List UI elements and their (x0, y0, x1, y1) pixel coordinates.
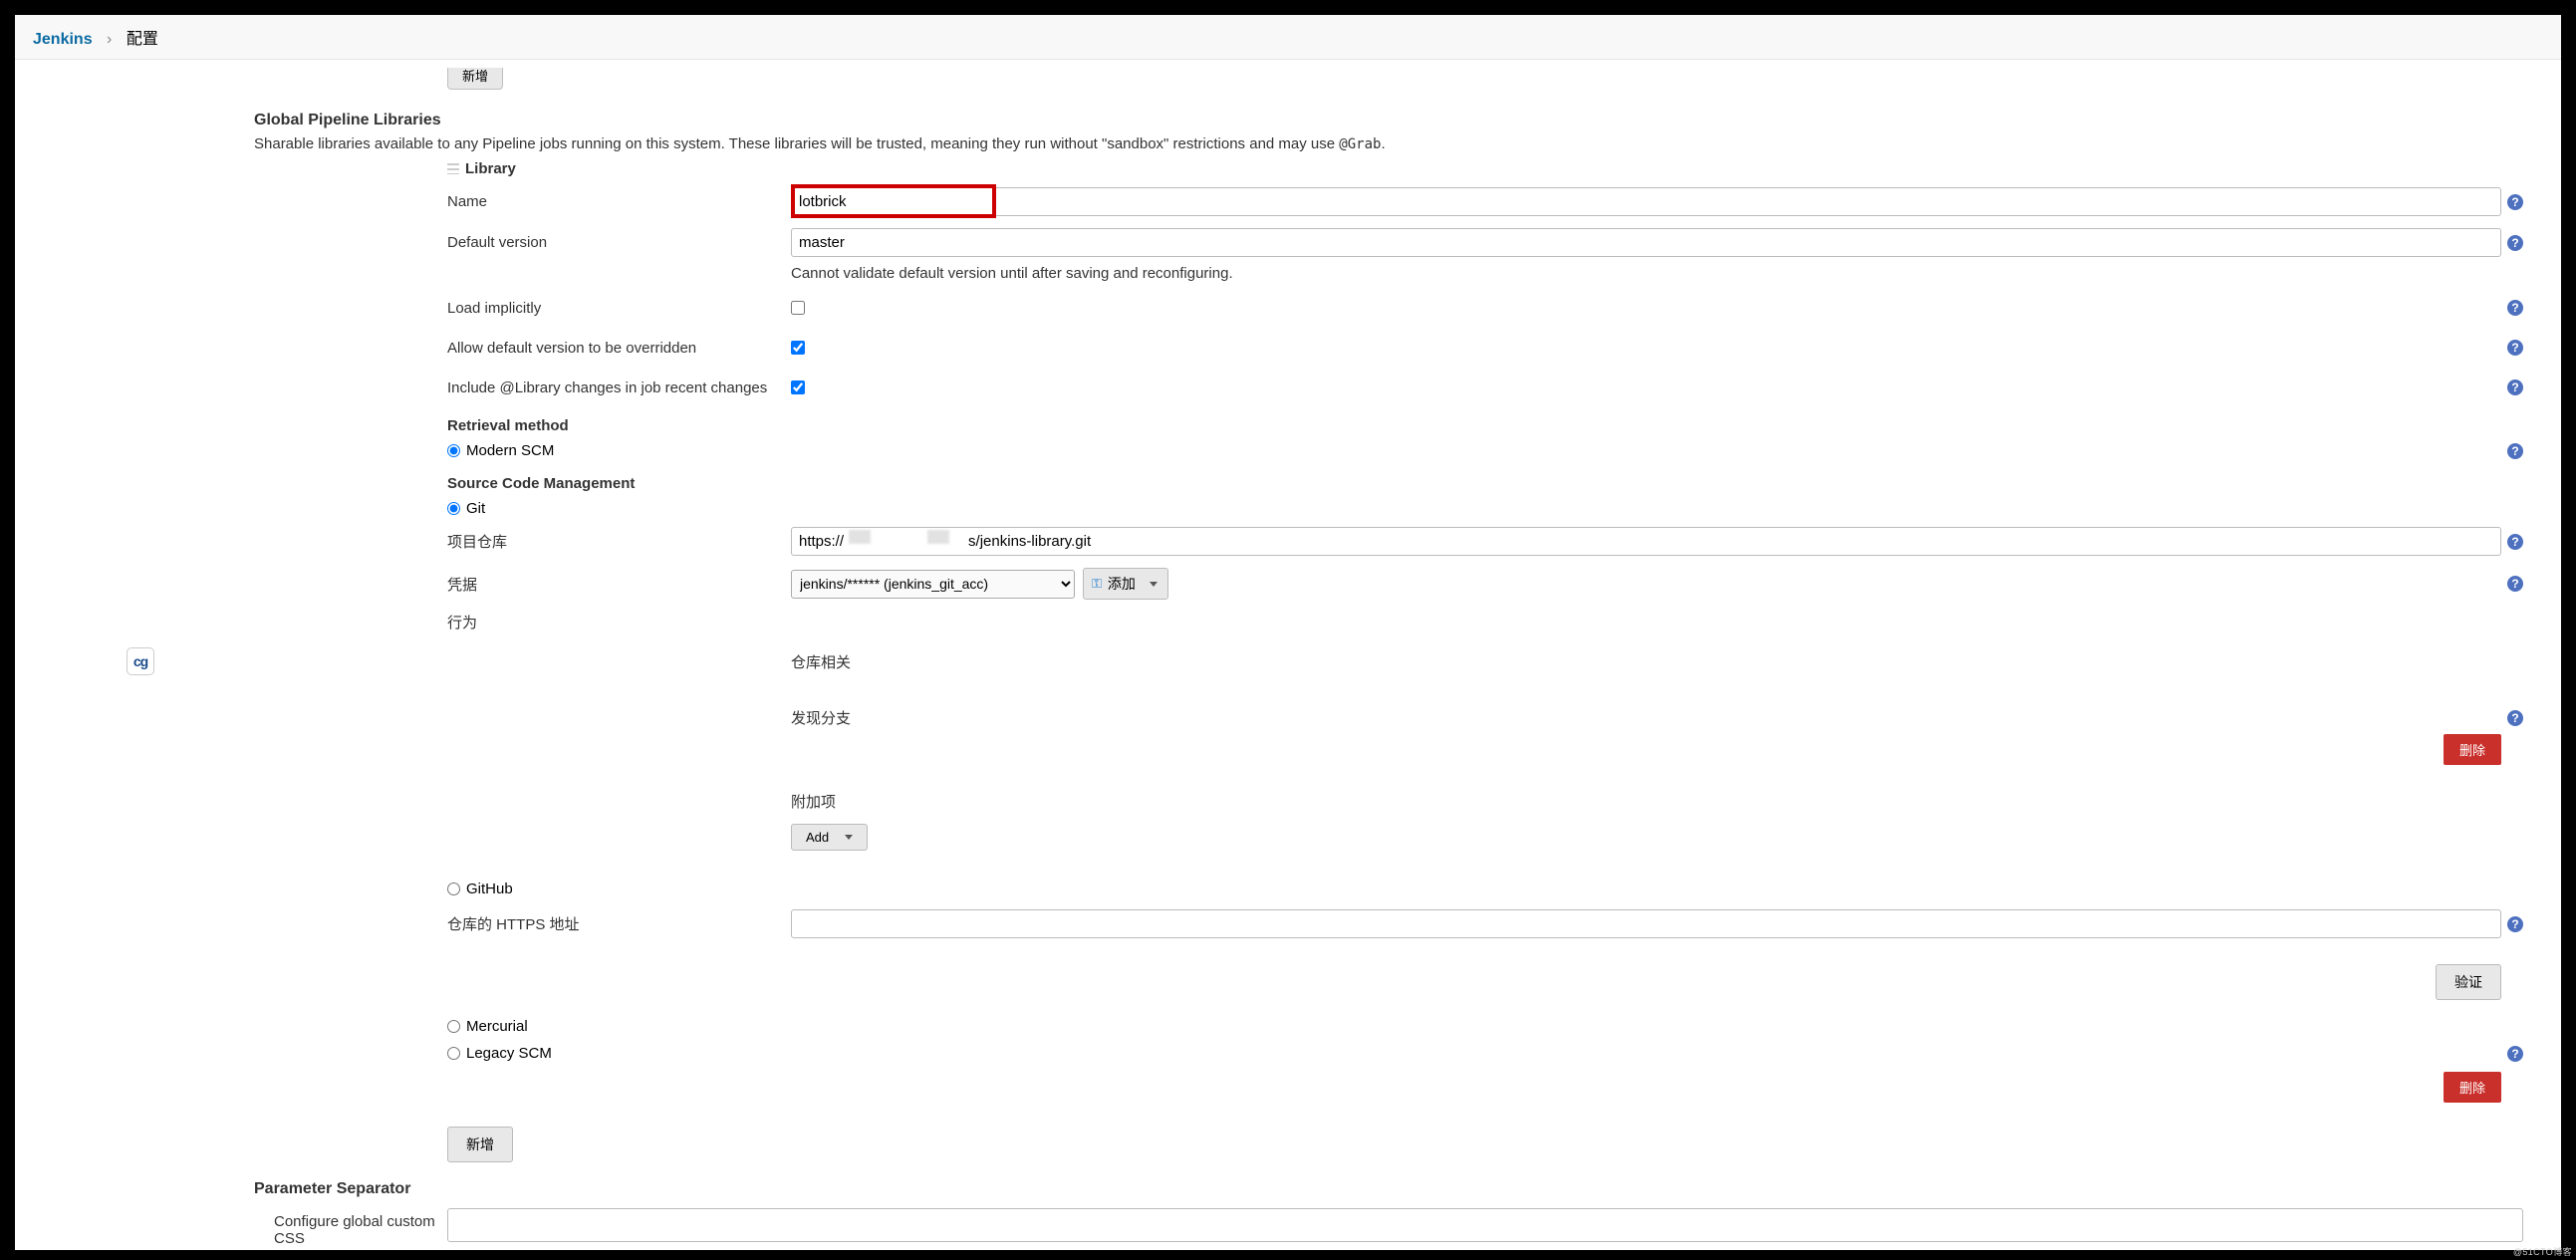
library-name-label: Name (447, 193, 791, 210)
blur-patch (849, 530, 871, 544)
behavior-header: 仓库相关 (791, 651, 2523, 672)
chevron-down-icon (1150, 582, 1158, 587)
key-icon: ⚿ (1092, 576, 1102, 592)
help-icon[interactable]: ? (2507, 340, 2523, 356)
watermark: @51CTO博客 (2513, 1245, 2572, 1258)
drag-handle-icon[interactable] (447, 163, 459, 174)
custom-css-label: Configure global custom CSS (254, 1208, 447, 1247)
modern-scm-label: Modern SCM (466, 442, 2507, 459)
help-icon[interactable]: ? (2507, 1046, 2523, 1062)
custom-css-textarea[interactable] (447, 1208, 2523, 1242)
allow-override-checkbox[interactable] (791, 341, 805, 355)
help-icon[interactable]: ? (2507, 576, 2523, 592)
include-changes-checkbox[interactable] (791, 380, 805, 394)
help-icon[interactable]: ? (2507, 916, 2523, 932)
load-implicitly-checkbox[interactable] (791, 301, 805, 315)
help-icon[interactable]: ? (2507, 710, 2523, 726)
help-icon[interactable]: ? (2507, 235, 2523, 251)
default-version-input[interactable] (791, 228, 2501, 257)
help-icon[interactable]: ? (2507, 534, 2523, 550)
verify-button[interactable]: 验证 (2436, 964, 2501, 1000)
repo-input[interactable] (791, 527, 2501, 556)
github-https-input[interactable] (791, 909, 2501, 938)
global-pipeline-title: Global Pipeline Libraries (254, 112, 2543, 129)
breadcrumb-current: 配置 (127, 31, 158, 48)
delete-library-button[interactable]: 删除 (2444, 1072, 2501, 1103)
legacy-scm-radio[interactable] (447, 1047, 460, 1060)
delete-behavior-button[interactable]: 删除 (2444, 734, 2501, 765)
modern-scm-radio[interactable] (447, 444, 460, 457)
translate-icon[interactable]: cg (127, 647, 154, 675)
load-implicitly-label: Load implicitly (447, 300, 791, 317)
chevron-down-icon (845, 835, 853, 840)
help-icon[interactable]: ? (2507, 300, 2523, 316)
attach-label: 附加项 (791, 791, 2523, 812)
git-radio[interactable] (447, 502, 460, 515)
add-attach-button[interactable]: Add (791, 824, 868, 851)
mercurial-label: Mercurial (466, 1018, 2523, 1035)
credentials-select[interactable]: jenkins/****** (jenkins_git_acc) (791, 570, 1075, 599)
github-radio[interactable] (447, 882, 460, 895)
git-label: Git (466, 500, 2523, 517)
global-pipeline-desc: Sharable libraries available to any Pipe… (254, 135, 2543, 152)
add-button-top[interactable]: 新增 (447, 68, 503, 90)
help-icon[interactable]: ? (2507, 379, 2523, 395)
add-library-button[interactable]: 新增 (447, 1127, 513, 1162)
library-name-input[interactable] (792, 188, 2500, 215)
credentials-label: 凭据 (447, 574, 791, 595)
default-version-note: Cannot validate default version until af… (791, 265, 2523, 282)
retrieval-method-title: Retrieval method (447, 417, 2523, 434)
breadcrumb-root[interactable]: Jenkins (33, 31, 93, 48)
discover-branch-label: 发现分支 (791, 707, 2501, 728)
github-https-label: 仓库的 HTTPS 地址 (447, 913, 791, 934)
repo-label: 项目仓库 (447, 531, 791, 552)
help-icon[interactable]: ? (2507, 443, 2523, 459)
include-changes-label: Include @Library changes in job recent c… (447, 379, 791, 396)
breadcrumb: Jenkins › 配置 (15, 15, 2561, 60)
blur-patch (927, 530, 949, 544)
legacy-scm-label: Legacy SCM (466, 1045, 2507, 1062)
help-icon[interactable]: ? (2507, 194, 2523, 210)
scm-title: Source Code Management (447, 475, 2523, 492)
mercurial-radio[interactable] (447, 1020, 460, 1033)
default-version-label: Default version (447, 234, 791, 251)
breadcrumb-sep: › (107, 31, 112, 48)
add-credentials-button[interactable]: ⚿ 添加 (1083, 568, 1168, 600)
allow-override-label: Allow default version to be overridden (447, 340, 791, 357)
parameter-separator-title: Parameter Separator (254, 1180, 2543, 1198)
behavior-label: 行为 (447, 612, 791, 632)
library-section-header: Library (447, 160, 2523, 177)
github-label: GitHub (466, 881, 513, 897)
